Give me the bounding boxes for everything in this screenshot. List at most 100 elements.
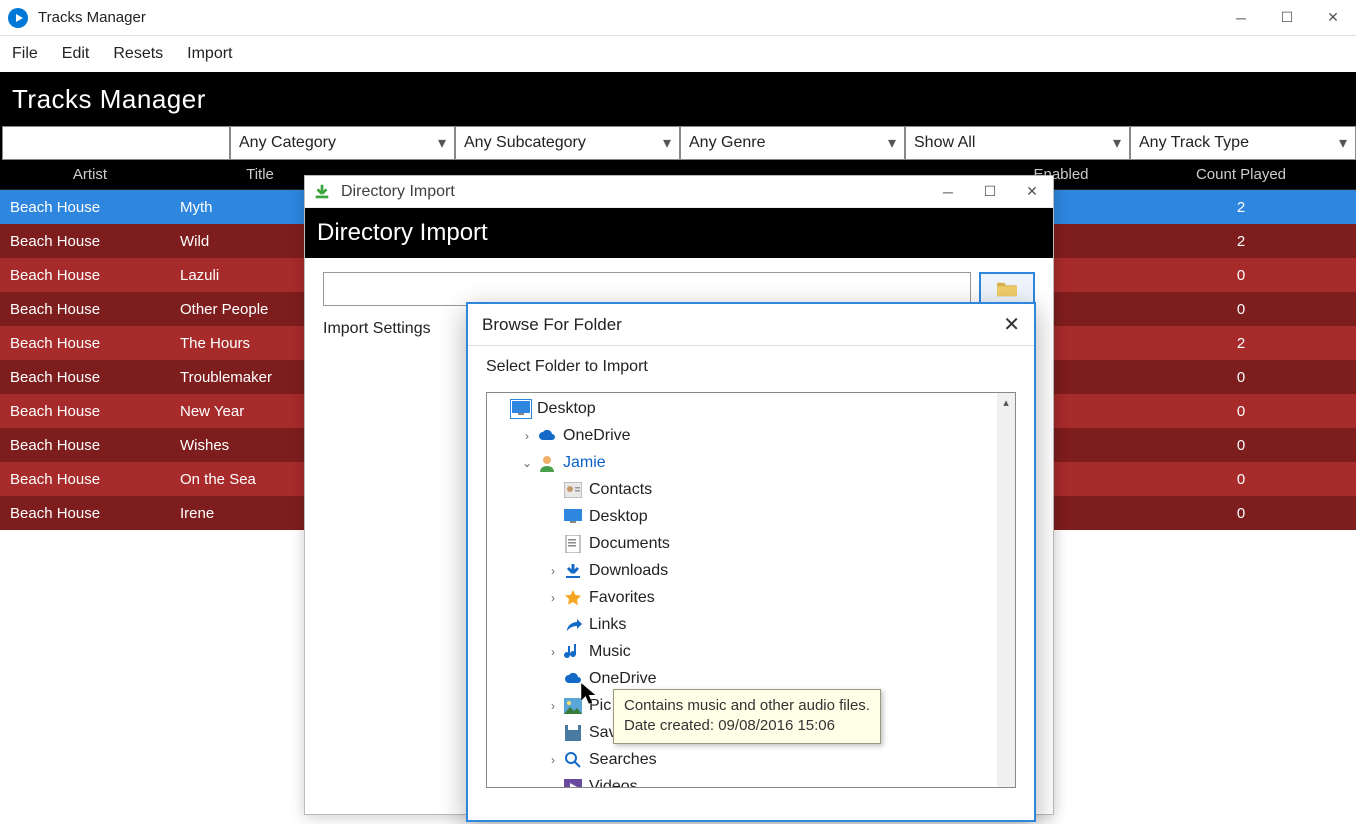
dirimport-maximize[interactable]: ☐ <box>969 177 1011 207</box>
tree-downloads[interactable]: › Downloads <box>487 557 1015 584</box>
search-input[interactable] <box>2 126 230 160</box>
col-artist[interactable]: Artist <box>0 166 170 183</box>
contacts-icon <box>563 481 583 499</box>
tree-videos[interactable]: Videos <box>487 773 1015 788</box>
tree-label: OneDrive <box>589 670 657 688</box>
cell-artist: Beach House <box>0 267 170 284</box>
app-icon <box>8 8 28 28</box>
cell-count: 0 <box>1126 437 1356 454</box>
expand-icon[interactable]: › <box>545 645 561 659</box>
cell-artist: Beach House <box>0 301 170 318</box>
expand-icon[interactable]: › <box>519 429 535 443</box>
tree-documents[interactable]: Documents <box>487 530 1015 557</box>
expand-icon[interactable]: › <box>545 564 561 578</box>
expand-icon[interactable]: › <box>545 753 561 767</box>
video-icon <box>563 778 583 789</box>
tree-desktop2[interactable]: Desktop <box>487 503 1015 530</box>
menu-import[interactable]: Import <box>187 45 232 63</box>
filter-show[interactable]: Show All <box>905 126 1130 160</box>
tree-label: Music <box>589 643 631 661</box>
filter-bar: Any Category Any Subcategory Any Genre S… <box>0 126 1356 160</box>
page-title: Tracks Manager <box>0 72 1356 126</box>
folder-tooltip: Contains music and other audio files. Da… <box>613 689 881 744</box>
minimize-button[interactable]: ─ <box>1218 2 1264 34</box>
tree-user[interactable]: ⌄ Jamie <box>487 449 1015 476</box>
cell-artist: Beach House <box>0 437 170 454</box>
cell-artist: Beach House <box>0 403 170 420</box>
cell-artist: Beach House <box>0 335 170 352</box>
main-titlebar: Tracks Manager ─ ☐ ✕ <box>0 0 1356 36</box>
col-count[interactable]: Count Played <box>1126 166 1356 183</box>
close-button[interactable]: ✕ <box>1310 2 1356 34</box>
tree-label: OneDrive <box>563 427 631 445</box>
music-icon <box>563 643 583 661</box>
tree-label: Searches <box>589 751 657 769</box>
cell-count: 0 <box>1126 267 1356 284</box>
expand-icon[interactable]: › <box>545 591 561 605</box>
doc-icon <box>563 535 583 553</box>
cell-count: 2 <box>1126 233 1356 250</box>
menu-file[interactable]: File <box>12 45 38 63</box>
filter-subcategory[interactable]: Any Subcategory <box>455 126 680 160</box>
down-icon <box>563 562 583 580</box>
window-title: Tracks Manager <box>38 9 146 26</box>
tree-contacts[interactable]: Contacts <box>487 476 1015 503</box>
tree-label: Links <box>589 616 626 634</box>
maximize-button[interactable]: ☐ <box>1264 2 1310 34</box>
browse-close-button[interactable]: ✕ <box>1003 312 1020 337</box>
cell-count: 0 <box>1126 403 1356 420</box>
save-icon <box>563 724 583 742</box>
cell-artist: Beach House <box>0 369 170 386</box>
cell-artist: Beach House <box>0 471 170 488</box>
cell-artist: Beach House <box>0 199 170 216</box>
menu-bar: File Edit Resets Import <box>0 36 1356 72</box>
expand-icon[interactable]: › <box>545 699 561 713</box>
browse-instruction: Select Folder to Import <box>468 346 1034 392</box>
cell-artist: Beach House <box>0 233 170 250</box>
tree-onedrive2[interactable]: OneDrive <box>487 665 1015 692</box>
cell-count: 0 <box>1126 471 1356 488</box>
desktop-icon <box>563 508 583 526</box>
tree-label: Videos <box>589 778 638 789</box>
tree-label: Pic <box>589 697 611 715</box>
browse-title: Browse For Folder <box>482 315 622 335</box>
tree-label: Downloads <box>589 562 668 580</box>
pic-icon <box>563 697 583 715</box>
tree-label: Favorites <box>589 589 655 607</box>
tree-label: Desktop <box>589 508 648 526</box>
menu-resets[interactable]: Resets <box>113 45 163 63</box>
dirimport-title: Directory Import <box>341 183 455 201</box>
tree-links[interactable]: Links <box>487 611 1015 638</box>
filter-tracktype[interactable]: Any Track Type <box>1130 126 1356 160</box>
cell-count: 0 <box>1126 301 1356 318</box>
tree-desktop[interactable]: Desktop <box>487 395 1015 422</box>
user-icon <box>537 454 557 472</box>
tree-favorites[interactable]: › Favorites <box>487 584 1015 611</box>
filter-category[interactable]: Any Category <box>230 126 455 160</box>
tree-searches[interactable]: › Searches <box>487 746 1015 773</box>
tree-label: Desktop <box>537 400 596 418</box>
tree-scrollbar[interactable]: ▴ <box>997 393 1015 787</box>
search-icon <box>563 751 583 769</box>
cloud-icon <box>537 427 557 445</box>
tree-onedrive[interactable]: › OneDrive <box>487 422 1015 449</box>
cell-artist: Beach House <box>0 505 170 522</box>
expand-icon[interactable]: ⌄ <box>519 456 535 470</box>
dirimport-header: Directory Import <box>305 208 1053 258</box>
desktop-icon <box>511 400 531 418</box>
tree-music[interactable]: › Music <box>487 638 1015 665</box>
filter-genre[interactable]: Any Genre <box>680 126 905 160</box>
cloud-icon <box>563 670 583 688</box>
browse-folder-dialog: Browse For Folder ✕ Select Folder to Imp… <box>466 302 1036 822</box>
cell-count: 2 <box>1126 199 1356 216</box>
folder-icon <box>996 280 1018 298</box>
dirimport-close[interactable]: ✕ <box>1011 177 1053 207</box>
dirimport-minimize[interactable]: ─ <box>927 177 969 207</box>
tree-label: Documents <box>589 535 670 553</box>
cell-count: 2 <box>1126 335 1356 352</box>
menu-edit[interactable]: Edit <box>62 45 90 63</box>
browse-button[interactable] <box>979 272 1035 306</box>
import-path-input[interactable] <box>323 272 971 306</box>
cell-count: 0 <box>1126 505 1356 522</box>
tree-label: Jamie <box>563 454 606 472</box>
